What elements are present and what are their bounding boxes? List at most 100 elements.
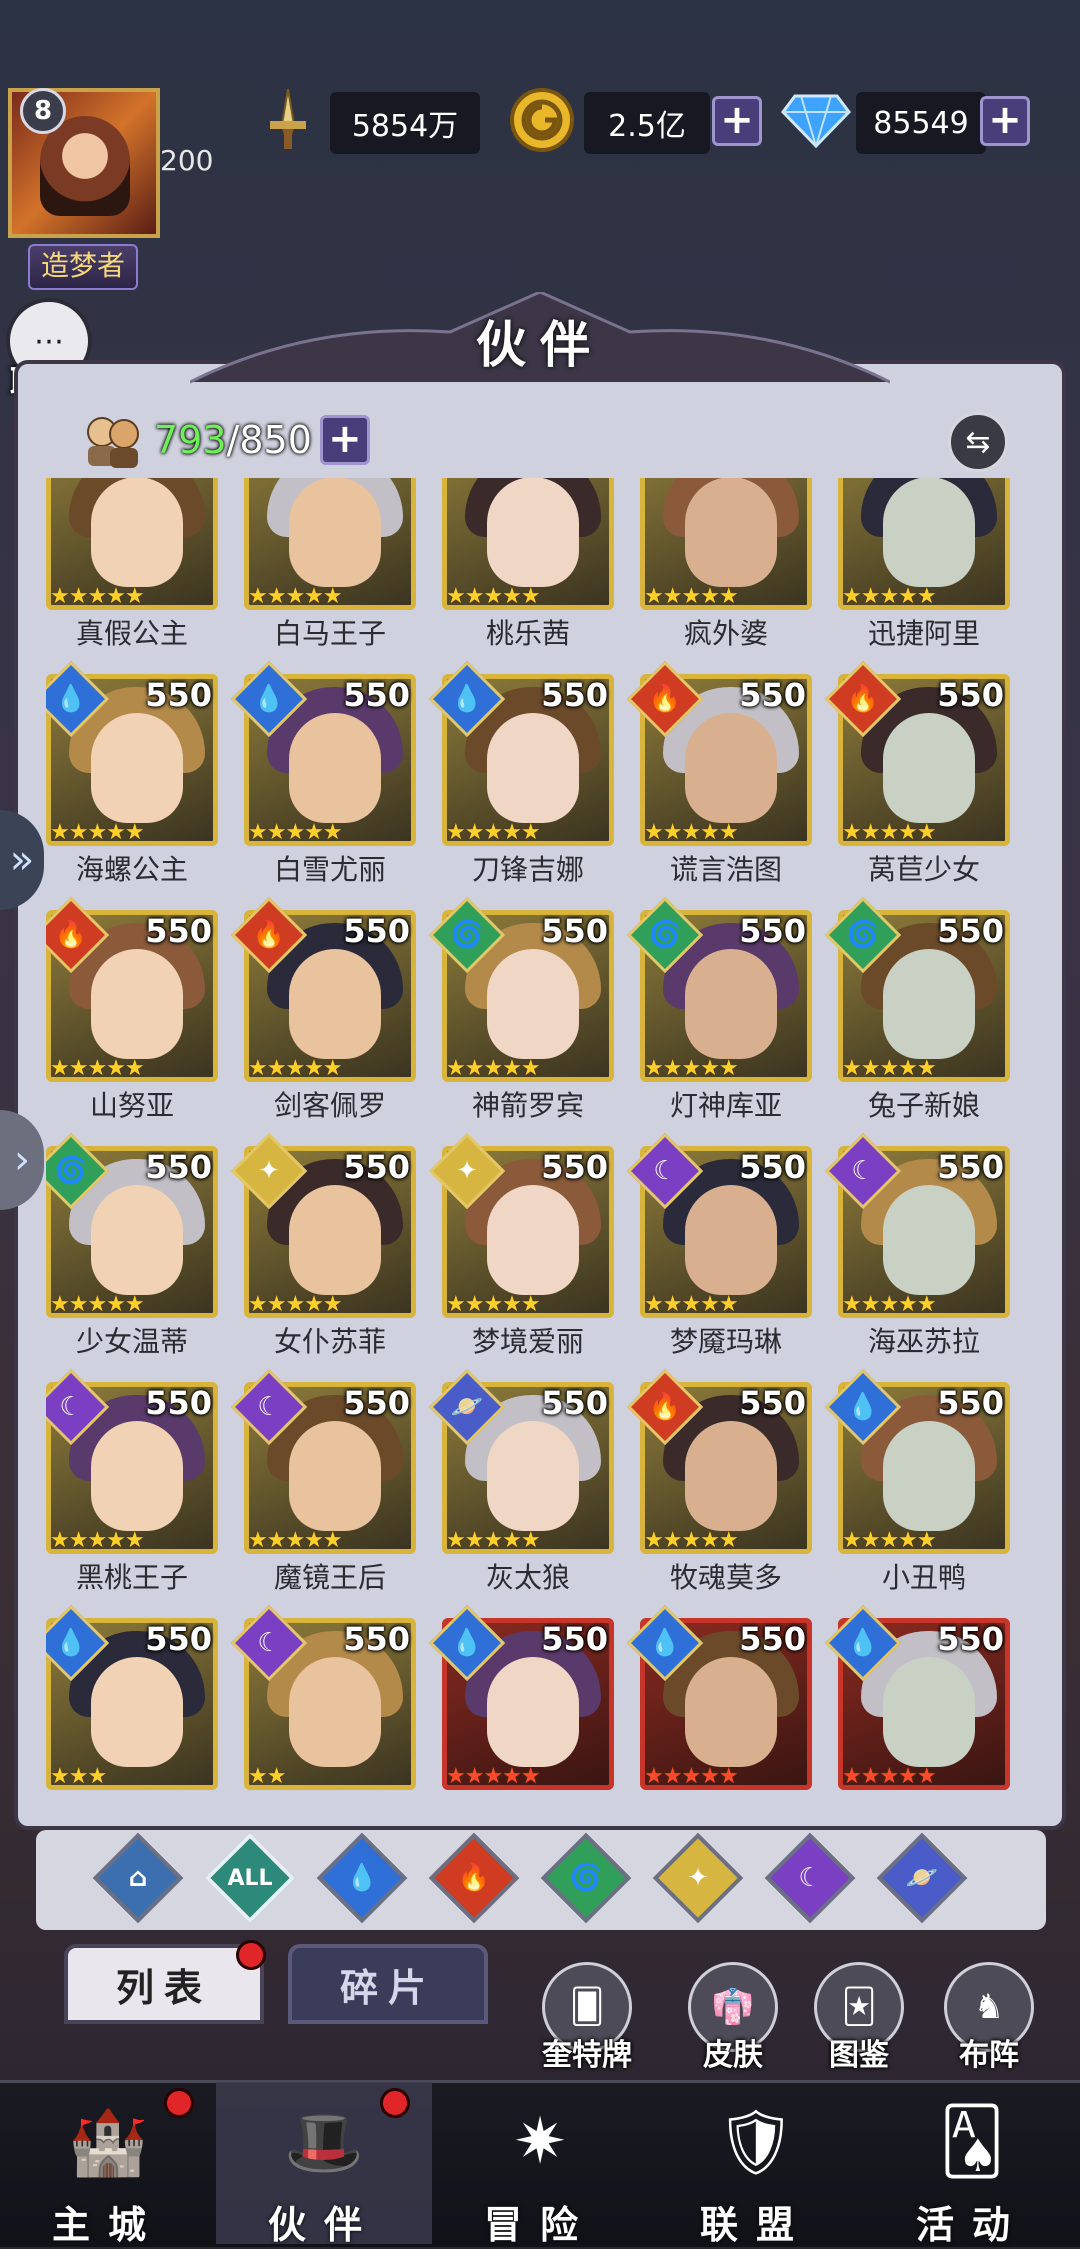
hero-card[interactable]: ★★★★★ 真假公主: [46, 478, 218, 674]
hero-card[interactable]: 🔥 550 ★★★★★ 牧魂莫多: [626, 1368, 812, 1618]
hero-level: 550: [739, 912, 806, 950]
nav-notification-dot: [164, 2088, 194, 2118]
partner-count-separator: /: [226, 418, 240, 462]
star-rating: ★★★★★: [50, 584, 145, 609]
hero-level: 550: [541, 912, 608, 950]
portrait-face: [487, 949, 579, 1059]
hero-card[interactable]: 🌀 550 ★★★★★ 兔子新娘: [824, 896, 1010, 1146]
hero-card[interactable]: ★★★★★ 白马王子: [244, 478, 416, 674]
portrait-face: [883, 1185, 975, 1295]
portrait-face: [91, 713, 183, 823]
wind-icon: 🌀: [450, 920, 484, 950]
hero-level: 550: [541, 1384, 608, 1422]
hero-level: 550: [145, 1148, 212, 1186]
hero-name: 山努亚: [89, 1089, 174, 1122]
hero-card[interactable]: 🌀 550 ★★★★★ 少女温蒂: [46, 1132, 218, 1382]
hero-name: 黑桃王子: [75, 1561, 188, 1594]
star-rating: ★★★★★: [842, 1764, 937, 1789]
partner-count-max: 850: [239, 418, 312, 462]
hero-card[interactable]: 💧 550 ★★★★★ 白雪尤丽: [230, 660, 416, 910]
nav-item-4[interactable]: 🂡 活动: [864, 2082, 1080, 2247]
sort-button[interactable]: ⇆: [948, 412, 1008, 472]
hero-card[interactable]: ★★★★★ 迅捷阿里: [838, 478, 1010, 674]
hero-card[interactable]: ☾ 550 ★★★★★ 梦魇玛琳: [626, 1132, 812, 1382]
add-gold-button[interactable]: +: [712, 96, 762, 146]
card-icon: 🂠: [569, 1987, 605, 2027]
water-drop-icon: 💧: [345, 1863, 379, 1893]
wind-icon: 🌀: [569, 1863, 603, 1893]
hero-name: 魔镜王后: [273, 1561, 386, 1594]
hero-name: 小丑鸭: [881, 1561, 966, 1594]
nav-label: 活动: [915, 2203, 1028, 2247]
witch-hat-icon: 🎩: [284, 2105, 364, 2180]
hero-card[interactable]: 🔥 550 ★★★★★ 剑客佩罗: [230, 896, 416, 1146]
hero-card[interactable]: ☾ 550 ★★: [230, 1604, 416, 1808]
side-button-label: 奎特牌: [542, 2038, 632, 2073]
star-rating: ★★★★★: [842, 1056, 937, 1081]
portrait-face: [685, 1185, 777, 1295]
hero-card[interactable]: 🌀 550 ★★★★★ 灯神库亚: [626, 896, 812, 1146]
tab-fragments[interactable]: 碎片: [288, 1944, 488, 2024]
hero-card[interactable]: 💧 550 ★★★★★ 海螺公主: [46, 660, 218, 910]
hero-card[interactable]: 🔥 550 ★★★★★ 山努亚: [46, 896, 218, 1146]
hero-name: 桃乐茜: [485, 617, 570, 650]
star-rating: ★★★★★: [248, 1292, 343, 1317]
portrait-face: [289, 1421, 381, 1531]
hero-name: 灰太狼: [485, 1561, 570, 1594]
hero-name: 莴苣少女: [867, 853, 980, 886]
nav-label: 联盟: [699, 2203, 812, 2247]
hero-card[interactable]: ✦ 550 ★★★★★ 梦境爱丽: [428, 1132, 614, 1382]
tab-list[interactable]: 列表: [64, 1944, 264, 2024]
portrait-face: [883, 1421, 975, 1531]
star-rating: ★★★★★: [644, 1292, 739, 1317]
hero-card[interactable]: ☾ 550 ★★★★★ 魔镜王后: [230, 1368, 416, 1618]
swap-arrows-icon: ⇆: [965, 424, 991, 460]
portrait-face: [289, 713, 381, 823]
portrait-face: [91, 949, 183, 1059]
expand-partner-slots-button[interactable]: +: [319, 415, 370, 465]
hero-card[interactable]: ☾ 550 ★★★★★ 黑桃王子: [46, 1368, 218, 1618]
hero-card[interactable]: 💧 550 ★★★★★: [824, 1604, 1010, 1808]
hero-card[interactable]: 💧 550 ★★★★★ 小丑鸭: [824, 1368, 1010, 1618]
moon-icon: ☾: [798, 1863, 822, 1893]
hero-card[interactable]: 💧 550 ★★★★★ 刀锋吉娜: [428, 660, 614, 910]
hero-level: 550: [937, 912, 1004, 950]
partner-count-current: 793: [154, 418, 227, 462]
hero-card[interactable]: 🔥 550 ★★★★★ 莴苣少女: [824, 660, 1010, 910]
star-rating: ★★★: [50, 1764, 107, 1789]
hero-name: 迅捷阿里: [867, 617, 980, 650]
hero-name: 真假公主: [75, 617, 188, 650]
nav-item-2[interactable]: ✷ 冒险: [432, 2082, 648, 2247]
hero-level: 550: [937, 676, 1004, 714]
nav-item-3[interactable]: 🛡 联盟: [648, 2082, 864, 2248]
wind-icon: 🌀: [846, 920, 880, 950]
hero-card[interactable]: ★★★★★ 疯外婆: [640, 478, 812, 674]
light-icon: ✦: [687, 1863, 709, 1893]
hero-card[interactable]: 💧 550 ★★★★★: [428, 1604, 614, 1808]
hero-card[interactable]: 💧 550 ★★★: [46, 1604, 218, 1808]
star-rating: ★★★★★: [50, 1056, 145, 1081]
water-drop-icon: 💧: [54, 1628, 88, 1658]
hero-card[interactable]: 🌀 550 ★★★★★ 神箭罗宾: [428, 896, 614, 1146]
hero-card[interactable]: 🪐 550 ★★★★★ 灰太狼: [428, 1368, 614, 1618]
hero-card[interactable]: ✦ 550 ★★★★★ 女仆苏菲: [230, 1132, 416, 1382]
hero-card[interactable]: 💧 550 ★★★★★: [626, 1604, 812, 1808]
hero-name: 疯外婆: [683, 617, 768, 650]
hero-name: 刀锋吉娜: [471, 853, 584, 886]
hero-card[interactable]: ★★★★★ 桃乐茜: [442, 478, 614, 674]
hero-card[interactable]: ☾ 550 ★★★★★ 海巫苏拉: [824, 1132, 1010, 1382]
player-level-badge: 8: [20, 88, 66, 134]
hero-level: 550: [145, 912, 212, 950]
water-drop-icon: 💧: [846, 1392, 880, 1422]
sword-icon: [252, 80, 324, 160]
hero-name: 白雪尤丽: [273, 853, 386, 886]
star-rating: ★★★★★: [248, 1056, 343, 1081]
portrait-face: [91, 1657, 183, 1767]
hero-name: 少女温蒂: [75, 1325, 188, 1358]
fire-icon: 🔥: [648, 684, 682, 714]
hero-card[interactable]: 🔥 550 ★★★★★ 谎言浩图: [626, 660, 812, 910]
hero-name: 牧魂莫多: [669, 1561, 782, 1594]
portrait-face: [91, 1421, 183, 1531]
add-diamond-button[interactable]: +: [980, 96, 1030, 146]
star-rating: ★★★★★: [50, 1292, 145, 1317]
